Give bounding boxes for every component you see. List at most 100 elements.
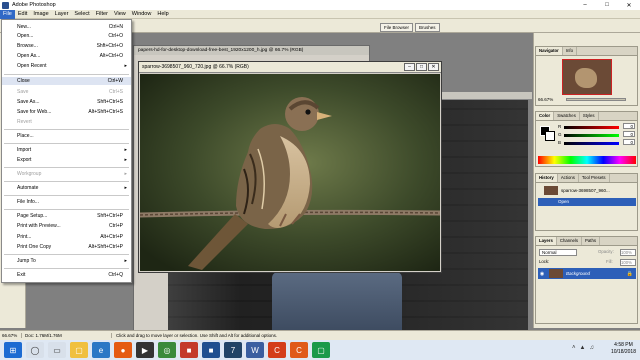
menu-filter[interactable]: Filter [93, 10, 111, 19]
green-value-input[interactable]: 0 [623, 131, 635, 137]
menu-select[interactable]: Select [71, 10, 92, 19]
tab-tool-presets[interactable]: Tool Presets [579, 174, 610, 182]
media-app-icon[interactable]: ▶ [136, 342, 154, 358]
file-browser-tab[interactable]: File Browser [380, 23, 414, 32]
blend-mode-select[interactable]: Normal [539, 249, 577, 256]
menu-file[interactable]: File [0, 9, 15, 19]
tab-info[interactable]: Info [563, 47, 577, 55]
tab-channels[interactable]: Channels [557, 237, 583, 245]
search-icon[interactable]: ◯ [26, 342, 44, 358]
status-doc-size[interactable]: Doc: 1.76M/1.76M [22, 333, 112, 338]
menu-view[interactable]: View [111, 10, 129, 19]
color-panel: Color Swatches Styles R 0 G 0 B 0 [535, 111, 638, 167]
red-value-input[interactable]: 0 [623, 123, 635, 129]
submenu-arrow-icon: ▸ [124, 185, 127, 191]
green-slider[interactable] [564, 134, 619, 137]
tab-history[interactable]: History [536, 174, 558, 182]
menu-item-export[interactable]: Export ▸ [2, 156, 131, 164]
menu-item-save-for-web[interactable]: Save for Web... Alt+Shft+Ctrl+S [2, 108, 131, 116]
network-icon[interactable]: ▲ [580, 345, 586, 351]
app-green-icon[interactable]: ▢ [312, 342, 330, 358]
close-icon[interactable]: ✕ [618, 0, 640, 10]
menu-item-print-one-copy[interactable]: Print One Copy Alt+Shft+Ctrl+P [2, 243, 131, 251]
menu-edit[interactable]: Edit [15, 10, 30, 19]
opacity-input[interactable]: 100% [620, 249, 636, 256]
menu-item-shortcut: Ctrl+P [108, 223, 123, 229]
menu-item-automate[interactable]: Automate ▸ [2, 184, 131, 192]
doc-maximize-icon[interactable]: □ [416, 63, 427, 71]
tab-navigator[interactable]: Navigator [536, 47, 563, 55]
menu-item-label: Browse... [17, 43, 38, 49]
menu-help[interactable]: Help [154, 10, 171, 19]
edge-browser-icon[interactable]: e [92, 342, 110, 358]
menu-separator [4, 181, 129, 182]
menu-bar: File Edit Image Layer Select Filter View… [0, 9, 640, 19]
menu-item-jump-to[interactable]: Jump To ▸ [2, 257, 131, 265]
navigator-zoom-slider[interactable] [566, 98, 626, 101]
volume-icon[interactable]: ♫ [590, 345, 595, 351]
doc-close-icon[interactable]: ✕ [428, 63, 439, 71]
menu-item-exit[interactable]: Exit Ctrl+Q [2, 271, 131, 279]
blue-value-input[interactable]: 0 [623, 139, 635, 145]
menu-item-open-as[interactable]: Open As... Alt+Ctrl+O [2, 52, 131, 60]
menu-window[interactable]: Window [129, 10, 155, 19]
color-spectrum-bar[interactable] [538, 156, 636, 164]
start-windows-icon[interactable]: ⊞ [4, 342, 22, 358]
status-zoom[interactable]: 66.67% [0, 333, 22, 338]
chevron-up-icon[interactable]: ˄ [572, 345, 576, 351]
menu-item-print-preview[interactable]: Print with Preview... Ctrl+P [2, 222, 131, 230]
menu-item-new[interactable]: New... Ctrl+N [2, 23, 131, 31]
chrome-icon[interactable]: ◎ [158, 342, 176, 358]
background-color-swatch[interactable] [545, 131, 555, 141]
menu-item-shortcut: Shft+Ctrl+P [97, 213, 123, 219]
menu-item-label: Close [17, 78, 30, 84]
file-explorer-icon[interactable]: ▢ [70, 342, 88, 358]
history-state-open[interactable]: Open [538, 198, 636, 206]
task-view-icon[interactable]: ▭ [48, 342, 66, 358]
menu-item-open-recent[interactable]: Open Recent ▸ [2, 62, 131, 70]
minimize-icon[interactable]: – [574, 0, 596, 10]
menu-layer[interactable]: Layer [52, 10, 72, 19]
menu-item-browse[interactable]: Browse... Shft+Ctrl+O [2, 42, 131, 50]
doc-minimize-icon[interactable]: – [404, 63, 415, 71]
menu-item-print[interactable]: Print... Alt+Ctrl+P [2, 233, 131, 241]
office-icon[interactable]: ■ [180, 342, 198, 358]
menu-item-open[interactable]: Open... Ctrl+O [2, 32, 131, 40]
recorder-icon[interactable]: C [290, 342, 308, 358]
word-icon[interactable]: W [246, 342, 264, 358]
menu-item-file-info[interactable]: File Info... [2, 198, 131, 206]
menu-item-close[interactable]: Close Ctrl+W [2, 77, 131, 85]
menu-item-save-as[interactable]: Save As... Shft+Ctrl+S [2, 98, 131, 106]
calendar-icon[interactable]: 7 [224, 342, 242, 358]
fill-input[interactable]: 100% [620, 259, 636, 266]
menu-item-place[interactable]: Place... [2, 132, 131, 140]
channel-g: G [558, 132, 562, 137]
navigator-thumbnail[interactable] [562, 59, 612, 95]
eye-icon[interactable]: ◉ [538, 271, 546, 277]
firefox-icon[interactable]: ● [114, 342, 132, 358]
menu-item-label: Page Setup... [17, 213, 48, 219]
blue-slider[interactable] [564, 142, 619, 145]
layer-row-background[interactable]: ◉ Background 🔒 [538, 268, 636, 279]
red-slider[interactable] [564, 126, 619, 129]
sparrow-document-window[interactable]: sparrow-3698507_960_720.jpg @ 66.7% (RGB… [138, 61, 442, 273]
tab-actions[interactable]: Actions [558, 174, 579, 182]
tab-swatches[interactable]: Swatches [554, 112, 580, 120]
brushes-tab[interactable]: Brushes [415, 23, 440, 32]
history-snapshot[interactable]: sparrow-3698507_960... [538, 185, 636, 196]
menu-item-page-setup[interactable]: Page Setup... Shft+Ctrl+P [2, 212, 131, 220]
tab-color[interactable]: Color [536, 112, 555, 120]
maximize-icon[interactable]: □ [596, 0, 618, 10]
tab-paths[interactable]: Paths [582, 237, 601, 245]
clock[interactable]: 4:58 PM 10/18/2018 [611, 342, 636, 356]
photoshop-taskbar-icon[interactable]: ■ [202, 342, 220, 358]
document-controls: – □ ✕ [404, 63, 441, 71]
camtasia-icon[interactable]: C [268, 342, 286, 358]
layer-thumbnail [549, 269, 563, 278]
tab-styles[interactable]: Styles [580, 112, 599, 120]
tab-layers[interactable]: Layers [536, 237, 557, 245]
menu-item-import[interactable]: Import ▸ [2, 146, 131, 154]
file-menu-dropdown: New... Ctrl+N Open... Ctrl+O Browse... Shft… [1, 19, 132, 283]
person-jeans [272, 272, 402, 332]
menu-image[interactable]: Image [30, 10, 51, 19]
